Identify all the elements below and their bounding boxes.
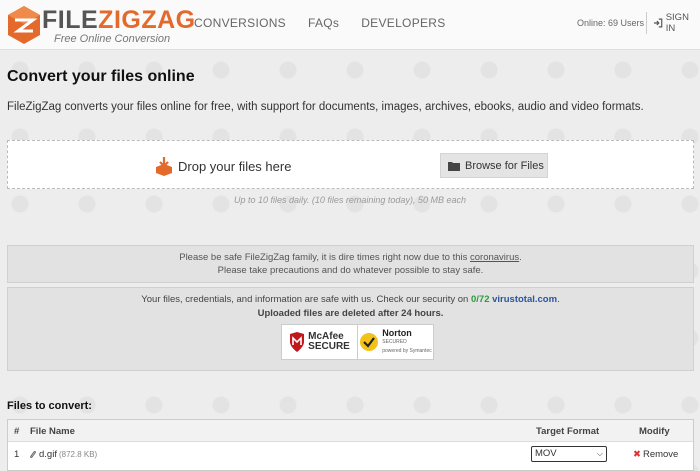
security-badges: McAfee SECURE Norton SECURED powered by … <box>281 324 434 360</box>
remove-file-button[interactable]: ✖ Remove <box>633 449 678 460</box>
row-index: 1 <box>14 449 20 460</box>
site-header: FILEZIGZAG Free Online Conversion CONVER… <box>0 0 700 50</box>
col-file-name: File Name <box>30 426 75 437</box>
virustotal-link[interactable]: virustotal.com <box>492 294 557 305</box>
page-title: Convert your files online <box>7 68 195 85</box>
table-row: 1 d.gif (872.8 KB) MOV ⌵ ✖ Remove <box>8 443 693 465</box>
sign-in-label: SIGN IN <box>665 12 689 34</box>
norton-powered-by: powered by Symantec <box>382 347 432 354</box>
sign-in-icon <box>653 18 663 28</box>
file-name: d.gif <box>39 449 57 460</box>
file-name-cell: d.gif (872.8 KB) <box>29 449 97 460</box>
virustotal-score: 0/72 <box>470 294 490 305</box>
notice-line1: Please be safe FileZigZag family, it is … <box>179 252 470 263</box>
logo-cube-icon <box>8 6 40 44</box>
mcafee-secure-badge[interactable]: McAfee SECURE <box>282 325 358 359</box>
security-line1: Your files, credentials, and information… <box>141 294 471 305</box>
norton-check-icon <box>360 333 379 351</box>
sign-in-link[interactable]: SIGN IN <box>646 12 700 34</box>
intro-text: FileZigZag converts your files online fo… <box>7 101 644 113</box>
file-size: (872.8 KB) <box>58 450 98 459</box>
files-table-header: # File Name Target Format Modify <box>8 420 693 442</box>
notice-period: . <box>519 252 522 263</box>
nav-developers[interactable]: DEVELOPERS <box>361 16 445 30</box>
nav-faqs[interactable]: FAQs <box>308 16 339 30</box>
norton-secured-label: SECURED <box>382 338 407 345</box>
target-format-select[interactable]: MOV ⌵ <box>531 446 607 462</box>
folder-icon <box>448 161 460 171</box>
mcafee-shield-icon <box>290 332 305 352</box>
files-to-convert-heading: Files to convert: <box>7 400 92 412</box>
paperclip-icon <box>30 450 36 458</box>
browse-files-label: Browse for Files <box>465 159 544 172</box>
drop-files-label: Drop your files here <box>178 159 292 174</box>
notice-line2: Please take precautions and do whatever … <box>217 265 484 276</box>
col-index: # <box>14 426 20 437</box>
download-box-icon <box>156 157 172 176</box>
target-format-value: MOV <box>535 448 557 459</box>
remove-label: Remove <box>642 449 679 460</box>
online-users-count: Online: 69 Users <box>577 18 645 28</box>
col-modify: Modify <box>639 426 670 437</box>
logo-tagline: Free Online Conversion <box>54 33 171 45</box>
files-deleted-notice: Uploaded files are deleted after 24 hour… <box>257 308 444 319</box>
coronavirus-link[interactable]: coronavirus <box>470 252 519 263</box>
coronavirus-notice: Please be safe FileZigZag family, it is … <box>7 245 694 283</box>
security-period: . <box>557 294 560 305</box>
chevron-down-icon: ⌵ <box>596 449 603 458</box>
norton-secured-badge[interactable]: Norton SECURED powered by Symantec <box>358 325 433 359</box>
files-table: # File Name Target Format Modify 1 d.gif… <box>7 419 694 471</box>
mcafee-secure-label: SECURE <box>308 341 350 352</box>
logo[interactable]: FILEZIGZAG Free Online Conversion <box>6 4 195 46</box>
upload-limits-text: Up to 10 files daily. (10 files remainin… <box>234 195 466 205</box>
security-panel: Your files, credentials, and information… <box>7 287 694 371</box>
remove-x-icon: ✖ <box>633 449 641 460</box>
browse-files-button[interactable]: Browse for Files <box>440 153 548 178</box>
main-nav: CONVERSIONS FAQs DEVELOPERS <box>194 16 468 30</box>
col-target-format: Target Format <box>536 426 600 437</box>
nav-conversions[interactable]: CONVERSIONS <box>194 16 286 30</box>
file-drop-zone[interactable]: Drop your files here Browse for Files <box>7 140 694 189</box>
norton-name: Norton <box>382 327 412 338</box>
logo-wordmark: FILEZIGZAG <box>42 6 196 34</box>
